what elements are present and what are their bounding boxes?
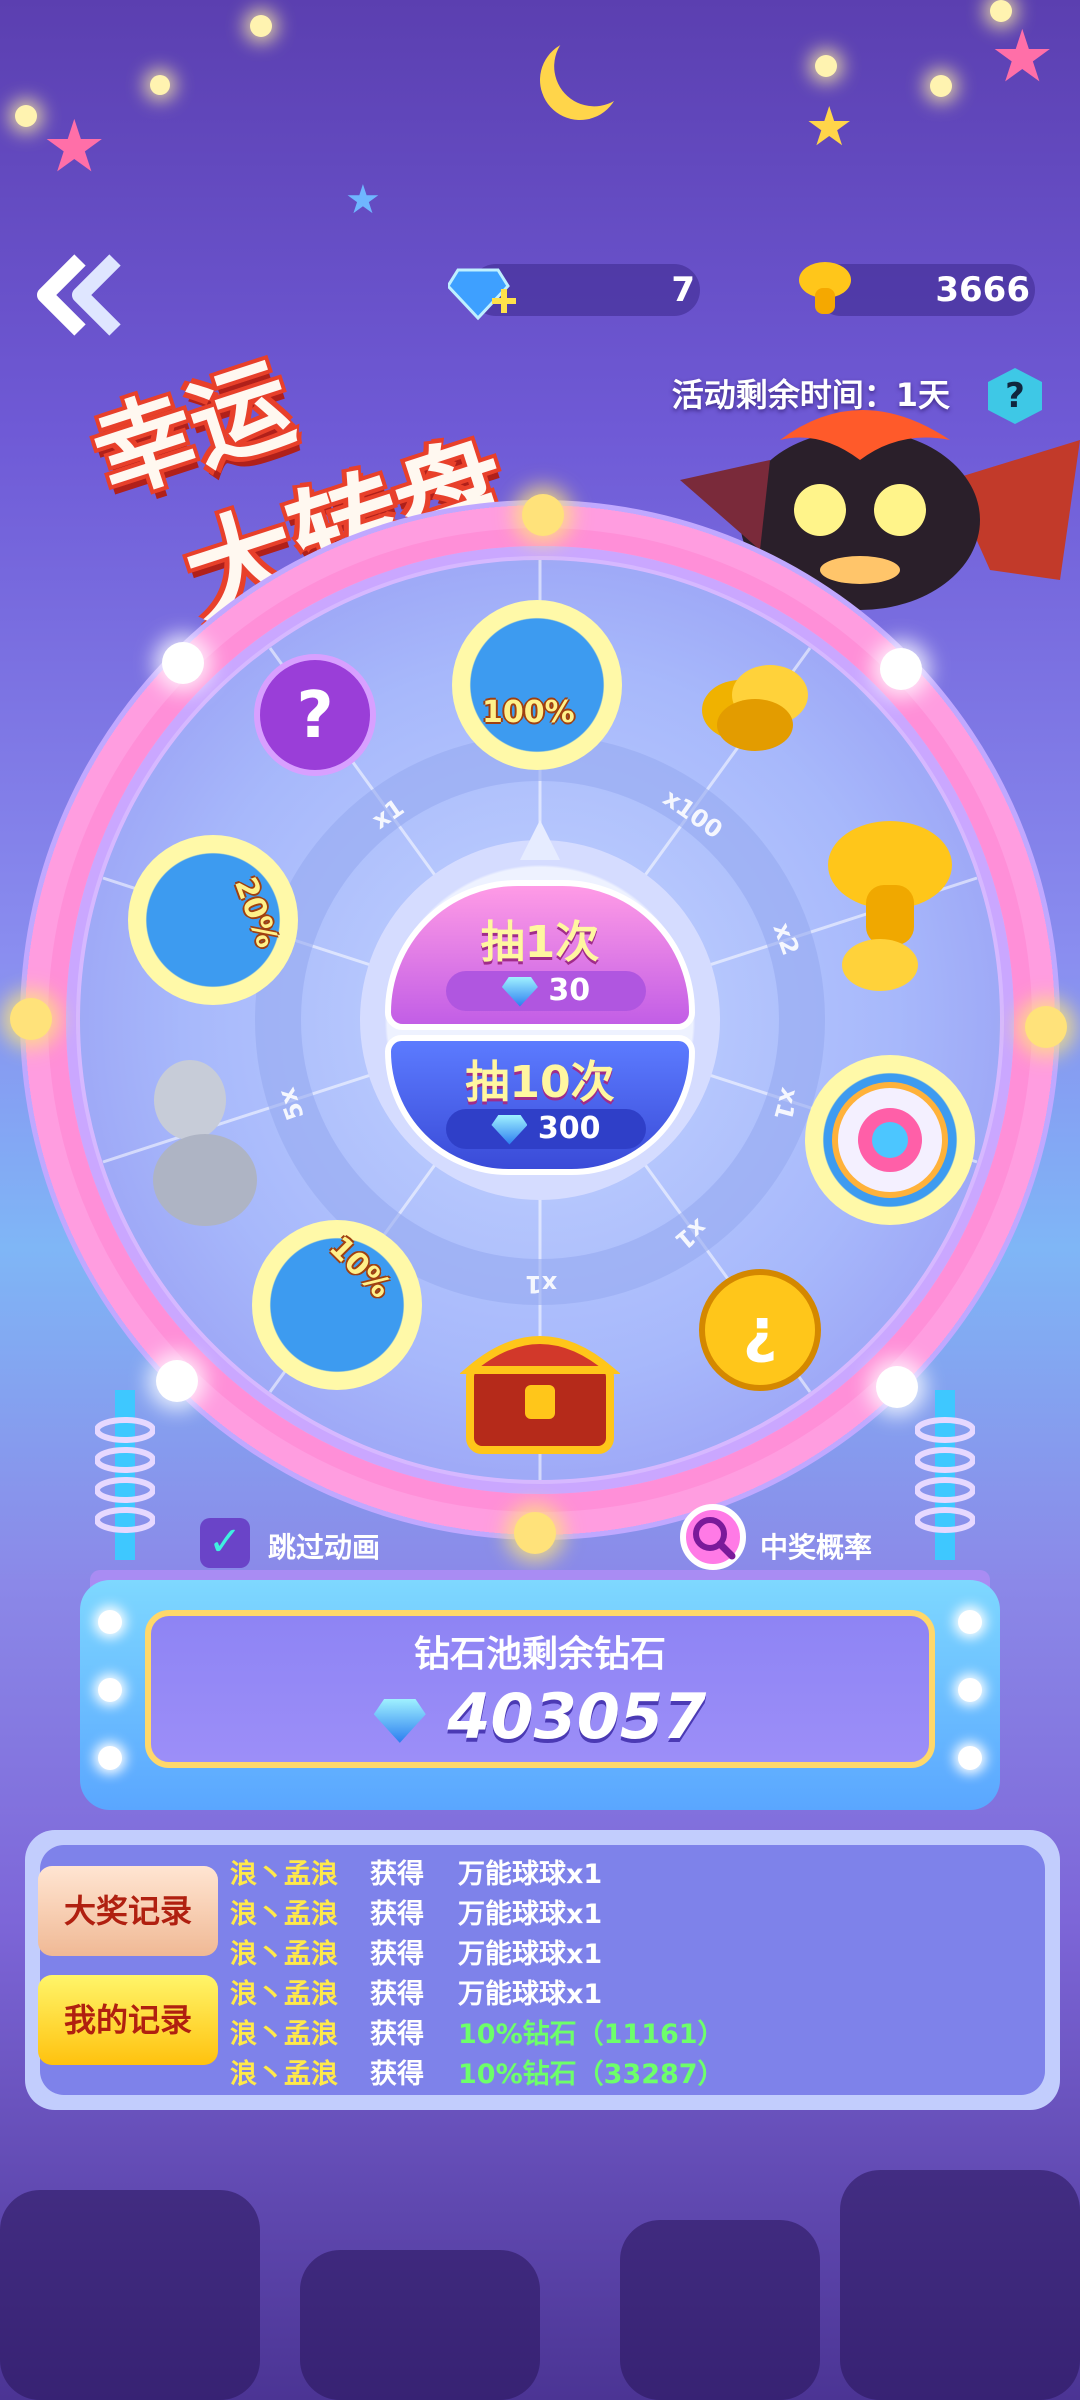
stone-statue-icon: [153, 1060, 257, 1226]
record-row: 浪丶孟浪 获得 10%钻石（11161）: [230, 2012, 1030, 2052]
panel-light: [958, 1746, 982, 1770]
panel-light: [98, 1678, 122, 1702]
wheel-light: [10, 998, 52, 1040]
tab-grand-prize-records[interactable]: 大奖记录: [38, 1866, 218, 1956]
records-list: 浪丶孟浪 获得 万能球球x1 浪丶孟浪 获得 万能球球x1 浪丶孟浪 获得 万能…: [230, 1852, 1030, 2092]
gold-coins-icon: [702, 665, 808, 751]
light-bulb: [15, 105, 37, 127]
record-row: 浪丶孟浪 获得 万能球球x1: [230, 1892, 1030, 1932]
light-bulb: [815, 55, 837, 77]
record-user: 浪丶孟浪: [230, 2059, 338, 2090]
magnifier-icon: [693, 1517, 736, 1560]
spring-pillar-left: [94, 1390, 156, 1560]
spin-ten-cost: 300: [446, 1109, 646, 1149]
wheel-light: [514, 1512, 556, 1554]
prize-gem-10: 10%: [252, 1220, 422, 1390]
prize-label: 100%: [482, 695, 575, 730]
prize-mystery-ball: ?: [245, 645, 415, 815]
light-bulb: [150, 75, 170, 95]
spin-once-cost: 30: [446, 971, 646, 1011]
record-row: 浪丶孟浪 获得 万能球球x1: [230, 1932, 1030, 1972]
record-user: 浪丶孟浪: [230, 1899, 338, 1930]
prize-gold-mushroom: [820, 815, 990, 991]
prize-gem-100: 100%: [452, 600, 622, 770]
moon-icon: [529, 29, 632, 132]
wheel-light: [156, 1360, 198, 1402]
gift-silhouette: [0, 2190, 260, 2400]
spin-ten-label: 抽10次: [465, 1057, 615, 1108]
record-verb: 获得: [370, 1859, 424, 1890]
gold-mushroom-icon: [795, 258, 855, 322]
record-item: 万能球球x1: [458, 1979, 603, 2010]
wheel-light: [522, 494, 564, 536]
diamond-pool-value: 403057: [145, 1680, 935, 1753]
wheel-light: [162, 642, 204, 684]
gem-icon: [373, 1698, 426, 1743]
record-item: 万能球球x1: [458, 1859, 603, 1890]
prize-gold-sphere: ¿: [690, 1255, 860, 1425]
light-bulb: [930, 75, 952, 97]
panel-light: [98, 1610, 122, 1634]
gem-icon: [501, 976, 538, 1007]
panel-light: [958, 1610, 982, 1634]
odds-label: 中奖概率: [760, 1531, 873, 1564]
gem-icon: [491, 1114, 528, 1145]
gift-silhouette: [300, 2250, 540, 2400]
record-verb: 获得: [370, 1939, 424, 1970]
record-row: 浪丶孟浪 获得 10%钻石（33287）: [230, 2052, 1030, 2092]
multiplier-label: x1: [525, 1270, 558, 1298]
pink-star-icon: ★: [990, 14, 1055, 98]
prize-gold-coins: [690, 640, 860, 810]
prize-label: 10%: [322, 1229, 398, 1306]
spin-once-cost-value: 30: [548, 973, 591, 1008]
record-verb: 获得: [370, 1899, 424, 1930]
skip-animation-checkbox[interactable]: ✓: [200, 1518, 250, 1568]
treasure-chest-icon: [459, 1336, 621, 1454]
spin-once-label: 抽1次: [480, 917, 600, 968]
prize-stone-statue: [135, 1050, 305, 1226]
record-item: 10%钻石（33287）: [458, 2059, 725, 2090]
record-user: 浪丶孟浪: [230, 2019, 338, 2050]
rainbow-egg-icon: [832, 1082, 948, 1198]
gift-silhouette: [840, 2170, 1080, 2400]
pink-star-icon: ★: [42, 104, 107, 188]
gold-sphere-icon: ¿: [699, 1269, 821, 1391]
prize-rainbow-egg: [805, 1055, 975, 1225]
wheel-light: [876, 1366, 918, 1408]
gift-silhouette: [620, 2220, 820, 2400]
record-row: 浪丶孟浪 获得 万能球球x1: [230, 1852, 1030, 1892]
diamond-pool-count: 403057: [447, 1680, 707, 1753]
record-item: 10%钻石（11161）: [458, 2019, 725, 2050]
record-item: 万能球球x1: [458, 1939, 603, 1970]
tab-my-records[interactable]: 我的记录: [38, 1975, 218, 2065]
gem-count: 7: [671, 270, 695, 310]
record-user: 浪丶孟浪: [230, 1859, 338, 1890]
skip-animation-label: 跳过动画: [268, 1531, 381, 1564]
mystery-ball-icon: ?: [254, 654, 376, 776]
svg-text:?: ?: [296, 679, 333, 753]
gold-star-icon: ★: [805, 95, 854, 158]
record-row: 浪丶孟浪 获得 万能球球x1: [230, 1972, 1030, 2012]
prize-treasure-chest: [459, 1310, 630, 1480]
odds-button[interactable]: [680, 1504, 746, 1570]
prize-gem-20: 20%: [128, 835, 298, 1005]
light-bulb: [250, 15, 272, 37]
diamond-pool-title: 钻石池剩余钻石: [413, 1634, 666, 1675]
panel-light: [958, 1678, 982, 1702]
record-item: 万能球球x1: [458, 1899, 603, 1930]
record-user: 浪丶孟浪: [230, 1979, 338, 2010]
spring-pillar-right: [914, 1390, 976, 1560]
spin-ten-cost-value: 300: [537, 1111, 601, 1146]
prize-label: 20%: [227, 872, 285, 953]
gold-count: 3666: [935, 270, 1030, 310]
record-user: 浪丶孟浪: [230, 1939, 338, 1970]
record-verb: 获得: [370, 2059, 424, 2090]
record-verb: 获得: [370, 1979, 424, 2010]
gold-mushroom-icon: [828, 821, 952, 991]
wheel-light: [1025, 1006, 1067, 1048]
svg-text:¿: ¿: [743, 1296, 778, 1366]
panel-light: [98, 1746, 122, 1770]
record-verb: 获得: [370, 2019, 424, 2050]
wheel-light: [880, 648, 922, 690]
